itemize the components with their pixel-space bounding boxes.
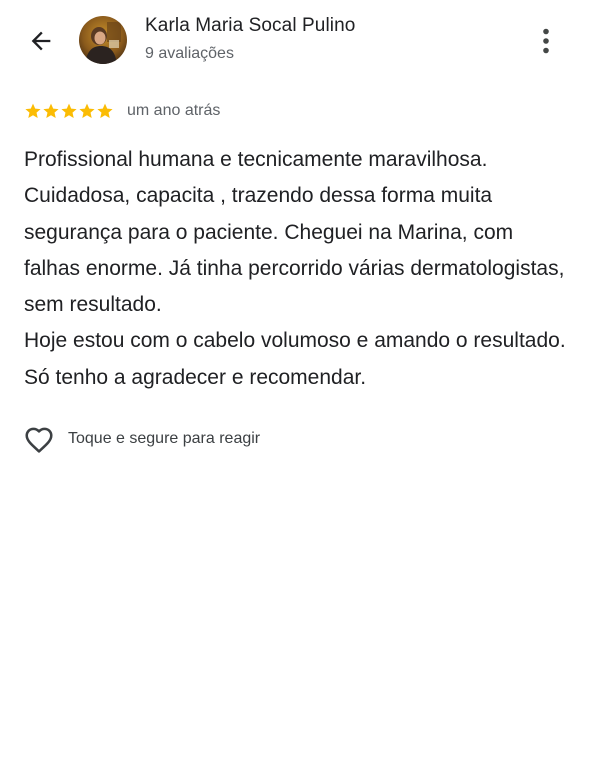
arrow-back-icon — [31, 31, 51, 51]
avatar-photo — [79, 16, 127, 64]
star-icon — [97, 103, 113, 118]
react-label: Toque e segure para reagir — [68, 430, 261, 447]
heart-outline-icon — [23, 424, 55, 454]
react-button[interactable]: Toque e segure para reagir — [23, 424, 260, 454]
back-button[interactable] — [22, 22, 60, 60]
review-header: Karla Maria Socal Pulino 9 avaliações — [0, 0, 589, 82]
review-time: um ano atrás — [127, 102, 221, 119]
avatar[interactable] — [79, 16, 127, 64]
more-vert-icon — [543, 28, 549, 54]
review-text: Profissional humana e tecnicamente marav… — [24, 142, 569, 396]
star-icon — [43, 103, 59, 118]
reviewer-review-count: 9 avaliações — [145, 45, 234, 62]
star-icon — [79, 103, 95, 118]
more-options-button[interactable] — [532, 24, 560, 58]
review-paragraph-1: Profissional humana e tecnicamente marav… — [24, 148, 565, 317]
star-rating — [24, 102, 114, 120]
review-paragraph-2: Hoje estou com o cabelo volumoso e amand… — [24, 329, 566, 389]
star-icon — [61, 103, 77, 118]
reviewer-name[interactable]: Karla Maria Socal Pulino — [145, 15, 355, 37]
rating-row: um ano atrás — [24, 100, 220, 122]
star-icon — [25, 103, 41, 118]
